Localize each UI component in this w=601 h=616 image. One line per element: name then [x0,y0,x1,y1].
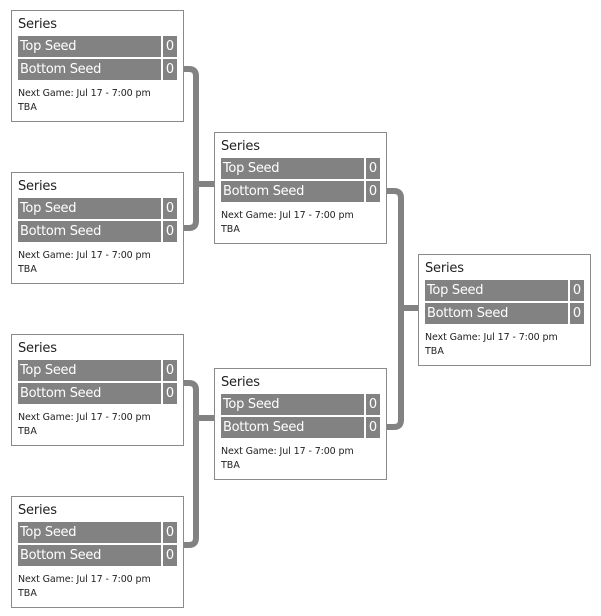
top-seed-score: 0 [570,280,584,301]
next-game-text: Next Game: Jul 17 - 7:00 pm [18,88,151,99]
match-final[interactable]: Series Top Seed 0 Bottom Seed 0 Next Gam… [418,254,591,366]
match-r2-1[interactable]: Series Top Seed 0 Bottom Seed 0 Next Gam… [214,132,387,244]
series-title: Series [221,375,260,390]
top-seed-name: Top Seed [221,158,364,179]
venue-text: TBA [18,426,37,437]
bottom-seed-name: Bottom Seed [425,303,568,324]
top-seed-name: Top Seed [18,36,161,57]
bottom-seed-name: Bottom Seed [18,59,161,80]
bottom-seed-row[interactable]: Bottom Seed 0 [221,181,380,202]
top-seed-score: 0 [163,198,177,219]
top-seed-row[interactable]: Top Seed 0 [221,158,380,179]
bottom-seed-score: 0 [366,181,380,202]
top-seed-score: 0 [163,360,177,381]
bottom-seed-row[interactable]: Bottom Seed 0 [18,383,177,404]
next-game-text: Next Game: Jul 17 - 7:00 pm [425,332,558,343]
series-title: Series [221,139,260,154]
bottom-seed-row[interactable]: Bottom Seed 0 [221,417,380,438]
bottom-seed-row[interactable]: Bottom Seed 0 [18,221,177,242]
top-seed-row[interactable]: Top Seed 0 [221,394,380,415]
next-game-text: Next Game: Jul 17 - 7:00 pm [221,446,354,457]
match-r2-2[interactable]: Series Top Seed 0 Bottom Seed 0 Next Gam… [214,368,387,480]
bottom-seed-score: 0 [163,221,177,242]
top-seed-name: Top Seed [18,360,161,381]
next-game-text: Next Game: Jul 17 - 7:00 pm [18,574,151,585]
venue-text: TBA [18,102,37,113]
bottom-seed-score: 0 [163,383,177,404]
tournament-bracket: Series Top Seed 0 Bottom Seed 0 Next Gam… [0,0,601,616]
top-seed-score: 0 [366,158,380,179]
top-seed-score: 0 [366,394,380,415]
match-r1-2[interactable]: Series Top Seed 0 Bottom Seed 0 Next Gam… [11,172,184,284]
bottom-seed-name: Bottom Seed [18,383,161,404]
venue-text: TBA [221,460,240,471]
series-title: Series [18,179,57,194]
venue-text: TBA [221,224,240,235]
bottom-seed-name: Bottom Seed [221,181,364,202]
top-seed-row[interactable]: Top Seed 0 [18,198,177,219]
next-game-text: Next Game: Jul 17 - 7:00 pm [18,412,151,423]
top-seed-row[interactable]: Top Seed 0 [425,280,584,301]
bottom-seed-score: 0 [366,417,380,438]
bottom-seed-score: 0 [163,545,177,566]
venue-text: TBA [425,346,444,357]
series-title: Series [18,341,57,356]
series-title: Series [18,17,57,32]
top-seed-row[interactable]: Top Seed 0 [18,36,177,57]
next-game-text: Next Game: Jul 17 - 7:00 pm [221,210,354,221]
top-seed-row[interactable]: Top Seed 0 [18,360,177,381]
venue-text: TBA [18,588,37,599]
bottom-seed-score: 0 [570,303,584,324]
connector-r1-lower [183,380,215,548]
top-seed-name: Top Seed [18,522,161,543]
bottom-seed-name: Bottom Seed [221,417,364,438]
match-r1-1[interactable]: Series Top Seed 0 Bottom Seed 0 Next Gam… [11,10,184,122]
top-seed-score: 0 [163,522,177,543]
next-game-text: Next Game: Jul 17 - 7:00 pm [18,250,151,261]
match-r1-4[interactable]: Series Top Seed 0 Bottom Seed 0 Next Gam… [11,496,184,608]
venue-text: TBA [18,264,37,275]
series-title: Series [18,503,57,518]
top-seed-score: 0 [163,36,177,57]
match-r1-3[interactable]: Series Top Seed 0 Bottom Seed 0 Next Gam… [11,334,184,446]
top-seed-name: Top Seed [425,280,568,301]
bottom-seed-row[interactable]: Bottom Seed 0 [18,545,177,566]
connector-r1-upper [183,66,215,231]
top-seed-name: Top Seed [221,394,364,415]
connector-r2 [386,188,419,430]
bottom-seed-name: Bottom Seed [18,545,161,566]
top-seed-row[interactable]: Top Seed 0 [18,522,177,543]
series-title: Series [425,261,464,276]
bottom-seed-name: Bottom Seed [18,221,161,242]
bottom-seed-row[interactable]: Bottom Seed 0 [18,59,177,80]
bottom-seed-score: 0 [163,59,177,80]
bottom-seed-row[interactable]: Bottom Seed 0 [425,303,584,324]
top-seed-name: Top Seed [18,198,161,219]
